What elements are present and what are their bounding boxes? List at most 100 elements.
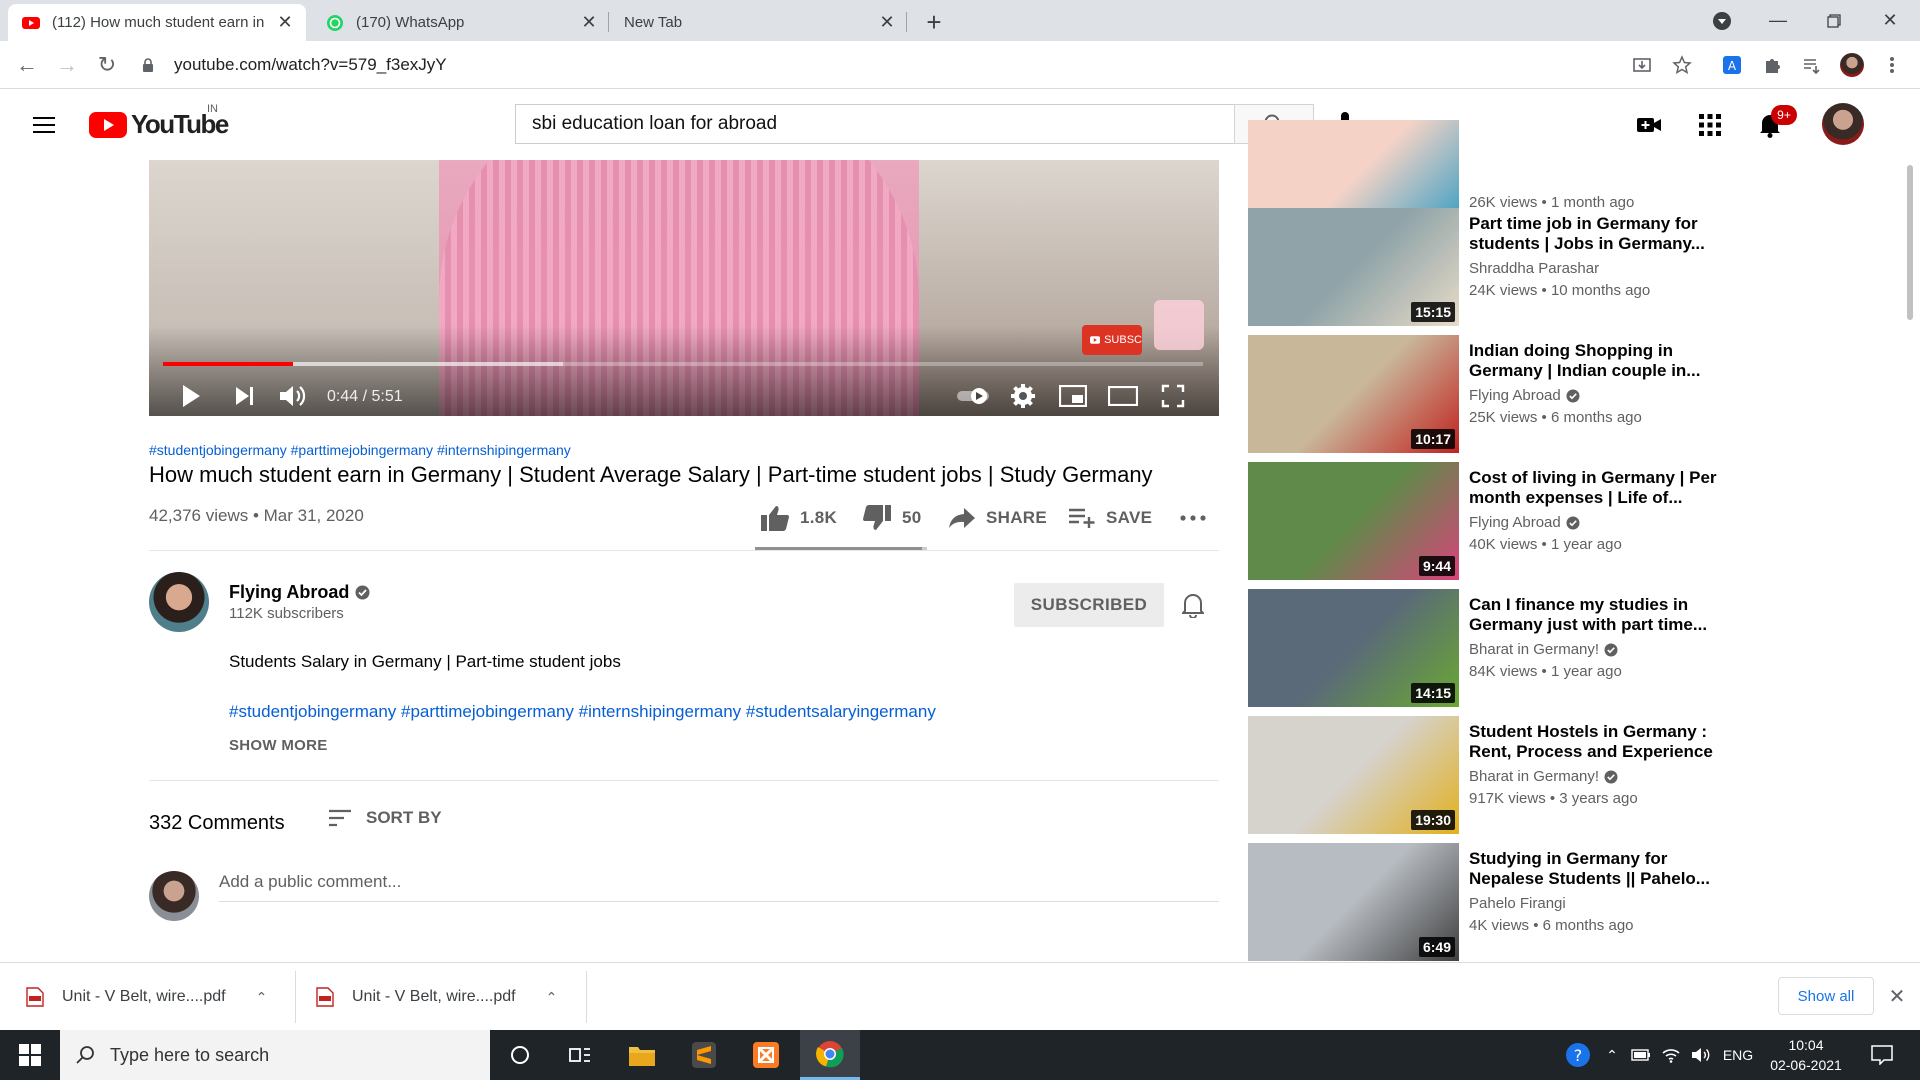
video-title[interactable]: Student Hostels in Germany : Rent, Proce… (1469, 722, 1731, 762)
subscribed-button[interactable]: SUBSCRIBED (1014, 583, 1164, 627)
show-all-downloads-button[interactable]: Show all (1778, 977, 1874, 1015)
video-hashtags[interactable]: #studentjobingermany #parttimejobingerma… (149, 442, 571, 458)
task-view-icon[interactable] (550, 1030, 610, 1080)
tab-new-tab[interactable]: New Tab ✕ (610, 4, 908, 41)
settings-gear-icon[interactable] (1005, 378, 1041, 414)
miniplayer-icon[interactable] (1055, 378, 1091, 414)
chrome-menu-icon[interactable] (1880, 53, 1904, 77)
volume-icon[interactable] (275, 378, 311, 414)
sort-by-button[interactable]: SORT BY (328, 808, 442, 828)
download-item[interactable]: Unit - V Belt, wire....pdf ⌃ (316, 963, 557, 1031)
minimize-icon[interactable]: — (1750, 0, 1806, 41)
video-channel[interactable]: Bharat in Germany! (1469, 768, 1618, 785)
close-tab-icon[interactable]: ✕ (580, 12, 598, 32)
back-icon[interactable]: ← (13, 51, 41, 79)
bookmark-star-icon[interactable] (1670, 53, 1694, 77)
download-item[interactable]: Unit - V Belt, wire....pdf ⌃ (26, 963, 267, 1031)
video-thumbnail[interactable]: 15:15 (1248, 208, 1459, 326)
video-title[interactable]: Can I finance my studies in Germany just… (1469, 595, 1731, 635)
show-more-button[interactable]: SHOW MORE (229, 737, 328, 754)
related-video-item[interactable]: 6:49 Studying in Germany for Nepalese Stu… (1248, 843, 1738, 963)
close-download-bar-icon[interactable]: ✕ (1886, 985, 1908, 1008)
save-button[interactable]: SAVE (1068, 500, 1152, 536)
search-input[interactable]: sbi education loan for abroad (515, 104, 1235, 144)
taskbar-search-box[interactable]: Type here to search (60, 1030, 490, 1080)
theater-mode-icon[interactable] (1105, 378, 1141, 414)
close-window-icon[interactable]: ✕ (1862, 0, 1918, 41)
close-tab-icon[interactable]: ✕ (276, 12, 294, 32)
description-hashtags[interactable]: #studentjobingermany #parttimejobingerma… (229, 702, 936, 722)
video-thumbnail[interactable]: 6:49 (1248, 843, 1459, 961)
video-channel[interactable]: Pahelo Firangi (1469, 895, 1566, 912)
tab-search-icon[interactable] (1694, 0, 1750, 41)
chrome-taskbar-icon[interactable] (800, 1030, 860, 1080)
scrollbar-thumb[interactable] (1907, 165, 1913, 320)
video-channel[interactable]: Flying Abroad (1469, 514, 1580, 531)
youtube-logo[interactable]: YouTube IN (89, 103, 229, 140)
forward-icon[interactable]: → (53, 51, 81, 79)
more-actions-icon[interactable] (1180, 500, 1216, 536)
windows-start-icon[interactable] (0, 1030, 60, 1080)
url-field[interactable]: youtube.com/watch?v=579_f3exJyY (140, 47, 1700, 83)
related-video-item[interactable]: 19:30 Student Hostels in Germany : Rent, … (1248, 716, 1738, 836)
channel-watermark[interactable] (1154, 300, 1204, 350)
channel-avatar[interactable] (149, 572, 209, 632)
tab-youtube[interactable]: (112) How much student earn in ✕ (8, 4, 306, 41)
chevron-up-icon[interactable]: ⌃ (546, 989, 558, 1006)
profile-avatar[interactable] (1840, 53, 1864, 77)
video-thumbnail[interactable]: 9:44 (1248, 462, 1459, 580)
tab-whatsapp[interactable]: (170) WhatsApp ✕ (312, 4, 610, 41)
wifi-icon[interactable] (1658, 1030, 1684, 1080)
file-explorer-icon[interactable] (612, 1030, 672, 1080)
cortana-icon[interactable] (490, 1030, 550, 1080)
extensions-puzzle-icon[interactable] (1760, 53, 1784, 77)
subscribe-watermark[interactable]: SUBSC (1082, 325, 1142, 355)
channel-name[interactable]: Flying Abroad (229, 582, 370, 603)
chevron-up-icon[interactable]: ⌃ (1600, 1030, 1624, 1080)
video-channel[interactable]: Flying Abroad (1469, 387, 1580, 404)
menu-icon[interactable] (32, 113, 56, 137)
page-scrollbar[interactable] (1905, 160, 1915, 960)
video-title[interactable] (1469, 126, 1731, 166)
fullscreen-icon[interactable] (1155, 378, 1191, 414)
share-button[interactable]: SHARE (948, 500, 1047, 536)
next-icon[interactable] (227, 378, 263, 414)
video-title[interactable]: Indian doing Shopping in Germany | India… (1469, 341, 1731, 381)
reading-list-icon[interactable] (1800, 53, 1824, 77)
related-video-item[interactable]: 14:15 Can I finance my studies in Germany… (1248, 589, 1738, 709)
battery-icon[interactable] (1628, 1030, 1654, 1080)
new-tab-button[interactable]: + (920, 7, 948, 37)
progress-bar[interactable] (163, 362, 1203, 366)
related-video-item[interactable]: 10:17 Indian doing Shopping in Germany | … (1248, 335, 1738, 455)
reload-icon[interactable]: ↻ (93, 51, 121, 79)
related-video-item[interactable]: 15:15 Part time job in Germany for studen… (1248, 208, 1738, 328)
video-title[interactable]: Part time job in Germany for students | … (1469, 214, 1731, 254)
like-button[interactable]: 1.8K (760, 500, 837, 536)
channel-bell-icon[interactable] (1178, 590, 1208, 620)
action-center-icon[interactable] (1862, 1030, 1902, 1080)
account-avatar[interactable] (1822, 103, 1864, 145)
speaker-icon[interactable] (1688, 1030, 1714, 1080)
related-video-item[interactable]: 9:44 Cost of living in Germany | Per mont… (1248, 462, 1738, 582)
language-indicator[interactable]: ENG (1718, 1030, 1758, 1080)
close-tab-icon[interactable]: ✕ (878, 12, 896, 32)
chevron-up-icon[interactable]: ⌃ (256, 989, 268, 1006)
xampp-icon[interactable] (736, 1030, 796, 1080)
help-icon[interactable]: ? (1560, 1030, 1596, 1080)
video-channel[interactable]: Bharat in Germany! (1469, 641, 1618, 658)
autoplay-toggle[interactable] (955, 378, 991, 414)
video-title[interactable]: Cost of living in Germany | Per month ex… (1469, 468, 1731, 508)
video-title[interactable]: Studying in Germany for Nepalese Student… (1469, 849, 1731, 889)
install-app-icon[interactable] (1630, 53, 1654, 77)
video-thumbnail[interactable]: 14:15 (1248, 589, 1459, 707)
system-clock[interactable]: 10:04 02-06-2021 (1760, 1035, 1852, 1075)
restore-icon[interactable] (1806, 0, 1862, 41)
translate-extension-icon[interactable]: A (1720, 53, 1744, 77)
sublime-text-icon[interactable] (674, 1030, 734, 1080)
video-thumbnail[interactable]: 10:17 (1248, 335, 1459, 453)
dislike-button[interactable]: 50 (862, 500, 922, 536)
video-thumbnail[interactable]: 19:30 (1248, 716, 1459, 834)
add-comment-input[interactable]: Add a public comment... (219, 872, 1219, 902)
video-player[interactable]: SUBSC 0:44 / 5:51 (149, 160, 1219, 416)
play-icon[interactable] (173, 378, 209, 414)
